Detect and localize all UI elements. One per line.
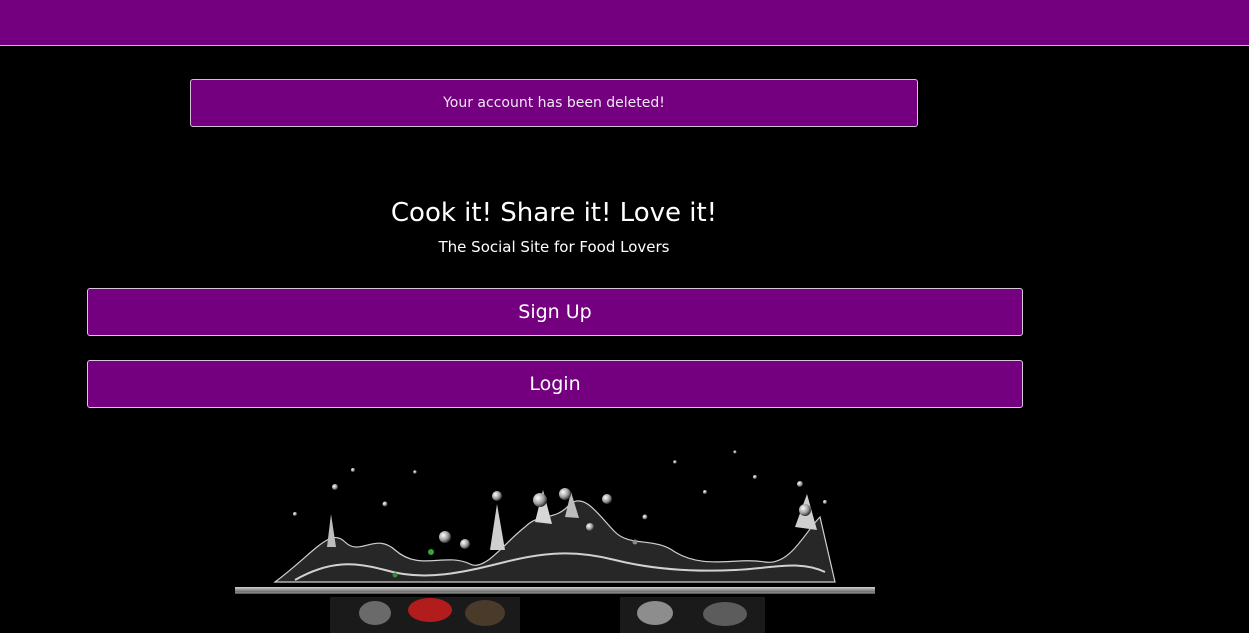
account-deleted-alert: Your account has been deleted!: [190, 79, 918, 127]
top-navbar: [0, 0, 1249, 46]
sign-up-button[interactable]: Sign Up: [87, 288, 1023, 336]
water-splash-image: [235, 432, 875, 633]
hero-subtitle: The Social Site for Food Lovers: [438, 238, 670, 256]
alert-message: Your account has been deleted!: [443, 95, 665, 111]
login-button[interactable]: Login: [87, 360, 1023, 408]
hero-title: Cook it! Share it! Love it!: [390, 198, 718, 228]
